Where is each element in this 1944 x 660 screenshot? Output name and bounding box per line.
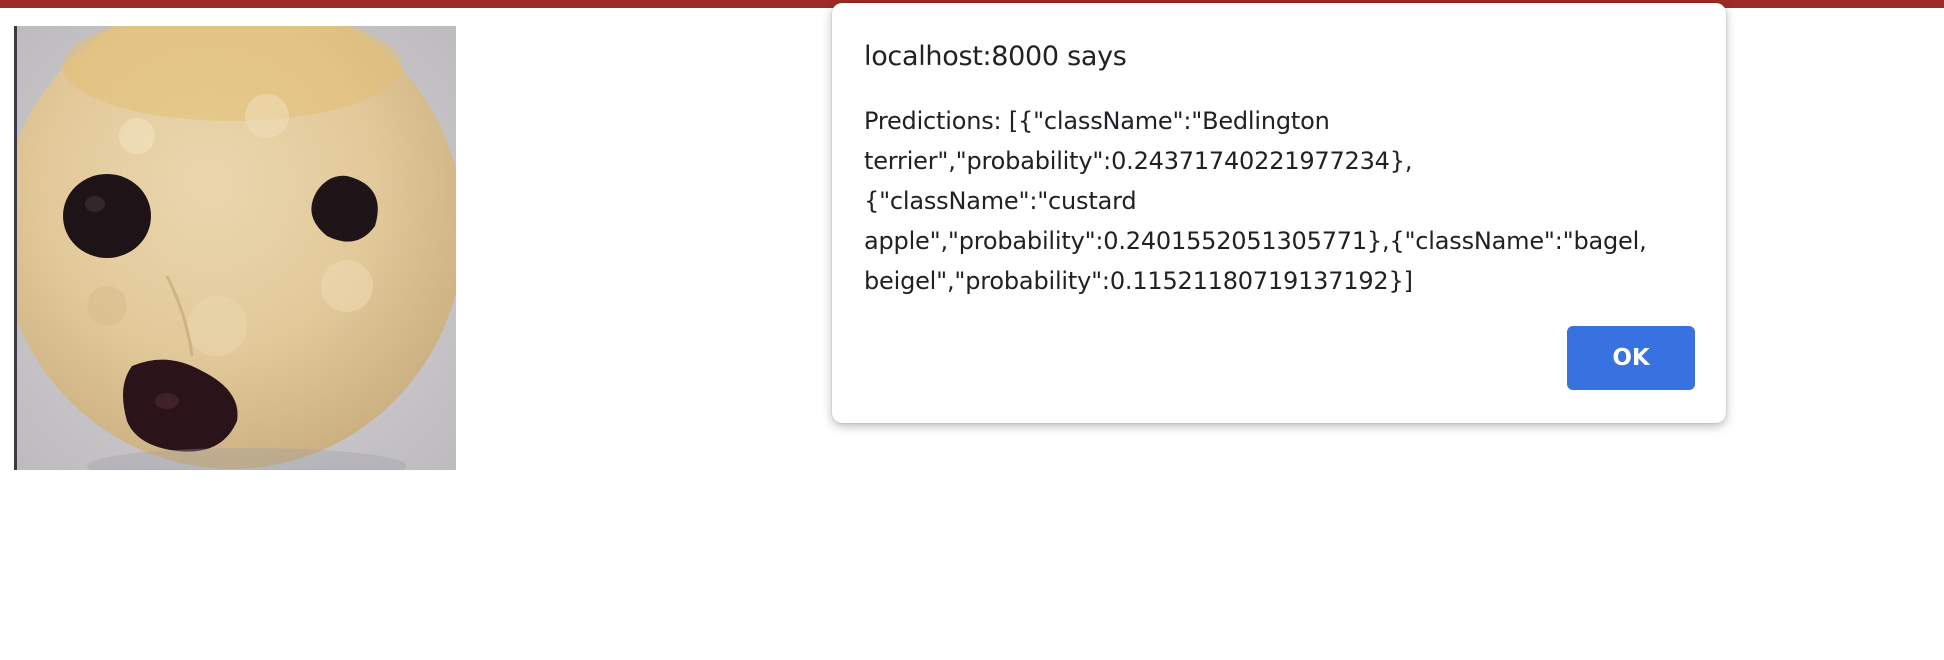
alert-dialog: localhost:8000 says Predictions: [{"clas… — [832, 3, 1726, 423]
uploaded-image — [14, 26, 456, 470]
muffin-image — [17, 26, 456, 470]
dialog-message: Predictions: [{"className":"Bedlington t… — [864, 107, 1647, 295]
dialog-title: localhost:8000 says — [864, 41, 1127, 72]
ok-button[interactable]: OK — [1567, 326, 1695, 390]
page: localhost:8000 says Predictions: [{"clas… — [0, 0, 1944, 660]
